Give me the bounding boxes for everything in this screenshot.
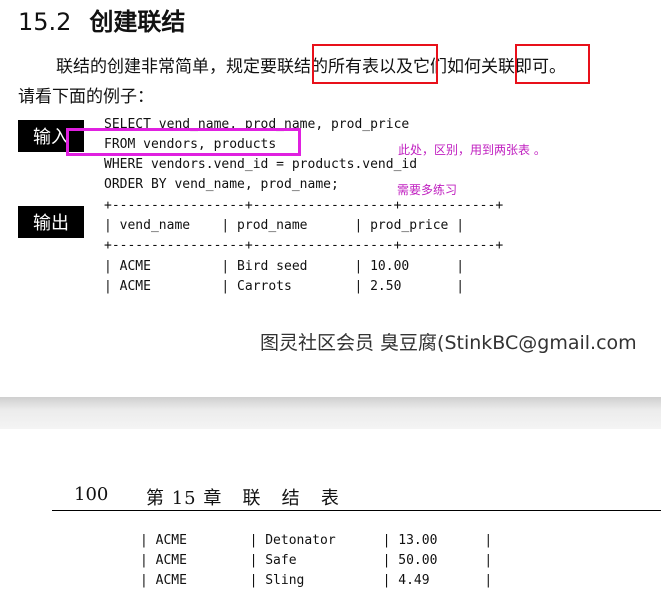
header-rule bbox=[52, 510, 661, 511]
table-header-row: | vend_name | prod_name | prod_price | bbox=[104, 218, 465, 233]
table-row: | ACME | Carrots | 2.50 | bbox=[104, 279, 465, 294]
section-heading: 15.2 创建联结 bbox=[18, 2, 185, 37]
code-line-order-by: ORDER BY vend_name, prod_name; bbox=[104, 177, 339, 192]
code-line-where: WHERE vendors.vend_id = products.vend_id bbox=[104, 157, 418, 172]
table-row: | ACME | Bird seed | 10.00 | bbox=[104, 259, 465, 274]
table-row: | ACME | Sling | 4.49 | bbox=[140, 573, 493, 588]
page-number: 100 bbox=[74, 484, 109, 505]
table-border-middle: +-----------------+------------------+--… bbox=[104, 238, 504, 253]
paragraph-line-1: 联结的创建非常简单，规定要联结的所有表以及它们如何关联即可。 bbox=[56, 57, 566, 77]
highlight-box-all-tables bbox=[312, 44, 438, 84]
highlight-box-how-related bbox=[515, 44, 590, 84]
section-number: 15.2 bbox=[18, 8, 72, 36]
table-row: | ACME | Detonator | 13.00 | bbox=[140, 533, 493, 548]
highlight-box-from-clause bbox=[66, 128, 301, 156]
table-border-top: +-----------------+------------------+--… bbox=[104, 198, 504, 213]
output-label: 输出 bbox=[18, 206, 84, 238]
page-break bbox=[0, 397, 661, 429]
section-title: 创建联结 bbox=[89, 8, 186, 36]
paragraph-line-2: 请看下面的例子： bbox=[18, 87, 154, 107]
chapter-header: 第 15 章 联 结 表 bbox=[146, 488, 340, 509]
annotation-note-two-tables: 此处，区别，用到两张表 。 bbox=[398, 143, 546, 157]
table-row: | ACME | Safe | 50.00 | bbox=[140, 553, 493, 568]
watermark: 图灵社区会员 臭豆腐(StinkBC@gmail.com bbox=[260, 332, 637, 354]
